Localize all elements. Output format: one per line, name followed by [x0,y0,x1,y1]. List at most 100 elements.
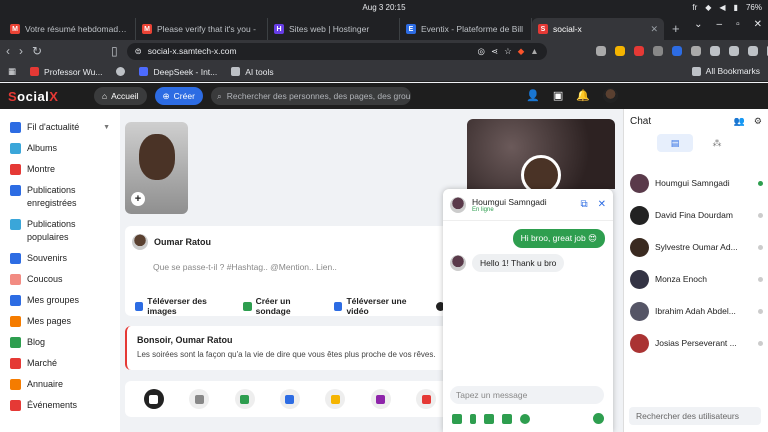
close-icon[interactable]: ✕ [598,199,606,210]
file-icon[interactable] [370,389,391,409]
list-item[interactable]: Monza Enoch [624,263,768,295]
extension-icon[interactable] [690,46,701,56]
blog-icon [10,337,21,348]
gif-icon[interactable] [484,413,494,424]
chat-contact-name[interactable]: Houmgui Samngadi [472,197,547,207]
sidebar-item-watch[interactable]: Montre [0,159,120,180]
all-bookmarks-button[interactable]: All Bookmarks [691,66,760,76]
offline-status-dot [758,276,763,282]
search-input[interactable]: ⌕ Rechercher des personnes, des pages, de… [210,87,411,105]
bookmark-item[interactable]: Professor Wu... [30,67,102,77]
chevron-down-icon[interactable]: ▼ [103,121,110,134]
forward-icon[interactable]: › [19,44,23,58]
sidebar-item-news-feed[interactable]: Fil d'actualité ▼ [0,117,120,138]
list-item[interactable]: Ibrahim Adah Abdel... [624,295,768,327]
list-item[interactable]: Josias Perseverant ... [624,327,768,359]
notifications-icon[interactable]: 🔔 [576,89,590,102]
sidebar-item-saved-posts[interactable]: Publications enregistrées [0,180,120,214]
bookmark-item[interactable] [116,67,126,76]
new-tab-button[interactable]: + [664,18,688,40]
color-icon[interactable] [520,413,530,424]
reload-icon[interactable]: ↻ [32,44,42,58]
profile-cover-card[interactable] [467,119,615,189]
home-button[interactable]: ⌂ Accueil [94,87,147,105]
location-icon[interactable]: ◎ [478,46,485,57]
avatar[interactable] [603,88,618,103]
create-button[interactable]: ⊕ Créer [154,87,203,105]
browser-tab[interactable]: M Please verify that it's you - [136,18,268,40]
list-item[interactable]: David Fina Dourdam [624,199,768,231]
eventix-icon: E [406,24,416,34]
create-poll-button[interactable]: Créer un sondage [243,296,322,316]
bookmark-icon[interactable]: ▯ [111,44,118,58]
close-tab-icon[interactable]: ✕ [650,24,658,35]
list-item[interactable]: Houmgui Samngadi [624,167,768,199]
socialx-logo[interactable]: SocialX [8,89,86,104]
post-input[interactable]: Que se passe-t-il ? #Hashtag.. @Mention.… [153,262,337,272]
friend-requests-icon[interactable]: 👤 [526,89,540,102]
sidebar-item-events[interactable]: Événements [0,395,120,416]
extension-icon[interactable] [595,46,606,56]
tab-users[interactable]: ▤ [657,134,693,152]
sidebar-item-pages[interactable]: Mes pages [0,311,120,332]
extension-icon[interactable] [652,46,663,56]
minimize-icon[interactable]: – [717,19,723,30]
sidebar-item-albums[interactable]: Albums [0,138,120,159]
browser-tab[interactable]: M Votre résumé hebdomadaire [4,18,136,40]
brave-rewards-icon[interactable]: ▲ [530,46,538,56]
text-post-icon[interactable] [143,389,164,409]
site-info-icon[interactable]: ⊜ [135,46,142,57]
upload-images-button[interactable]: Téléverser des images [135,296,231,316]
story-card[interactable]: + [125,122,188,214]
close-window-icon[interactable]: ✕ [754,19,762,30]
extension-icon[interactable] [671,46,682,56]
music-icon[interactable] [325,389,346,409]
upload-video-button[interactable]: Téléverser une vidéo [334,296,424,316]
plus-icon[interactable] [502,413,512,424]
microphone-icon[interactable] [470,413,476,424]
brave-shield-icon[interactable]: ◆ [518,46,525,57]
emoji-icon[interactable] [593,413,604,424]
back-icon[interactable]: ‹ [6,44,10,58]
sidebar-item-groups[interactable]: Mes groupes [0,290,120,311]
list-item[interactable]: Sylvestre Oumar Ad... [624,231,768,263]
bookmark-item[interactable]: DeepSeek - Int... [139,67,217,77]
leo-icon[interactable] [747,46,758,56]
extension-icon[interactable] [633,46,644,56]
bookmark-folder[interactable]: AI tools [231,67,274,77]
sidebar-item-pokes[interactable]: Coucous [0,269,120,290]
language-indicator[interactable]: fr [692,3,697,12]
video-icon[interactable] [279,389,300,409]
apps-icon[interactable]: ▦ [8,66,16,77]
system-tray[interactable]: fr ◆ ◀ ▮ 76% [692,3,762,12]
sidebar-item-directory[interactable]: Annuaire [0,374,120,395]
sidebar-toggle-icon[interactable] [709,46,720,56]
browser-tab[interactable]: H Sites web | Hostinger [268,18,400,40]
file-icon[interactable] [452,413,462,424]
photo-icon[interactable] [234,389,255,409]
tab-groups[interactable]: ⁂ [699,134,735,152]
gif-icon[interactable] [189,389,210,409]
add-user-icon[interactable]: 👥 [734,116,745,127]
message-input[interactable]: Tapez un message [450,386,604,404]
url-field[interactable]: ⊜ social-x.samtech-x.com ◎ ⋖ ☆ ◆ ▲ [126,42,547,60]
sidebar-item-popular-posts[interactable]: Publications populaires [0,214,120,248]
sidebar-item-memories[interactable]: Souvenirs [0,248,120,269]
add-story-icon[interactable]: + [131,192,145,206]
open-external-icon[interactable]: ⧉ [580,199,587,210]
share-icon[interactable]: ⋖ [491,46,498,57]
browser-tab-active[interactable]: Ssocial-x ✕ [532,18,664,40]
messages-icon[interactable]: ▣ [553,89,563,102]
sidebar-item-blog[interactable]: Blog [0,332,120,353]
tab-search-icon[interactable]: ⌄ [694,19,702,30]
gift-icon[interactable] [416,389,437,409]
gear-icon[interactable]: ⚙ [754,116,762,127]
image-icon [135,301,144,311]
maximize-icon[interactable]: ▫ [736,19,740,30]
star-icon[interactable]: ☆ [504,46,512,57]
browser-tab[interactable]: E Eventix - Plateforme de Bill [400,18,532,40]
extension-icon[interactable] [614,46,625,56]
user-search-input[interactable]: Rechercher des utilisateurs [629,407,761,425]
sidebar-item-market[interactable]: Marché [0,353,120,374]
wallet-icon[interactable] [728,46,739,56]
